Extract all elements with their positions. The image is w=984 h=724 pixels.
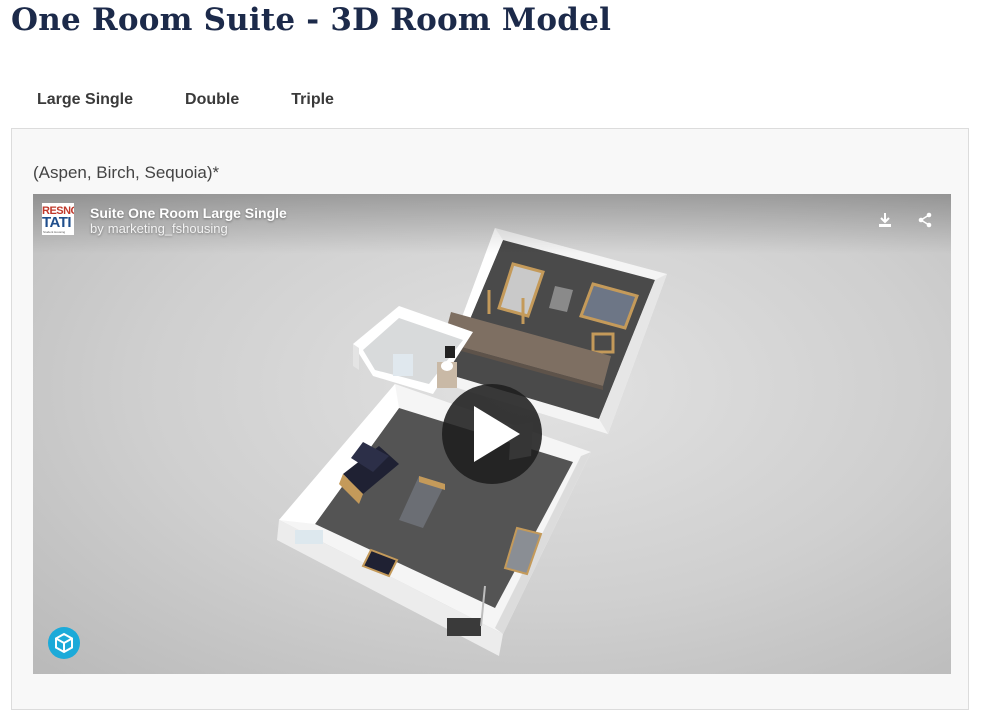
tab-panel: (Aspen, Birch, Sequoia)* RESN TATI Stude… xyxy=(11,128,969,710)
avatar-text-bottom: Student Housing xyxy=(43,230,66,234)
sketchfab-logo-icon[interactable] xyxy=(48,627,80,659)
model-viewer[interactable]: RESNC TATI Student Housing Suite One Roo… xyxy=(33,194,951,674)
play-button[interactable] xyxy=(442,384,542,484)
building-list: (Aspen, Birch, Sequoia)* xyxy=(33,163,220,182)
author-avatar[interactable]: RESNC TATI Student Housing xyxy=(42,203,74,235)
byline-prefix: by xyxy=(90,221,104,236)
room-type-tabs: Large Single Double Triple xyxy=(11,77,360,127)
avatar-text-middle: TATI xyxy=(42,214,72,231)
author-link[interactable]: marketing_fshousing xyxy=(108,221,228,236)
tab-double[interactable]: Double xyxy=(159,77,265,127)
page-title: One Room Suite - 3D Room Model xyxy=(11,2,612,38)
tab-triple[interactable]: Triple xyxy=(265,77,360,127)
model-title-link[interactable]: Suite One Room Large Single xyxy=(90,205,287,221)
tab-large-single[interactable]: Large Single xyxy=(11,77,159,127)
download-icon[interactable] xyxy=(875,210,895,230)
share-icon[interactable] xyxy=(915,210,935,230)
model-author-line: by marketing_fshousing xyxy=(90,221,228,236)
play-icon xyxy=(474,406,520,462)
